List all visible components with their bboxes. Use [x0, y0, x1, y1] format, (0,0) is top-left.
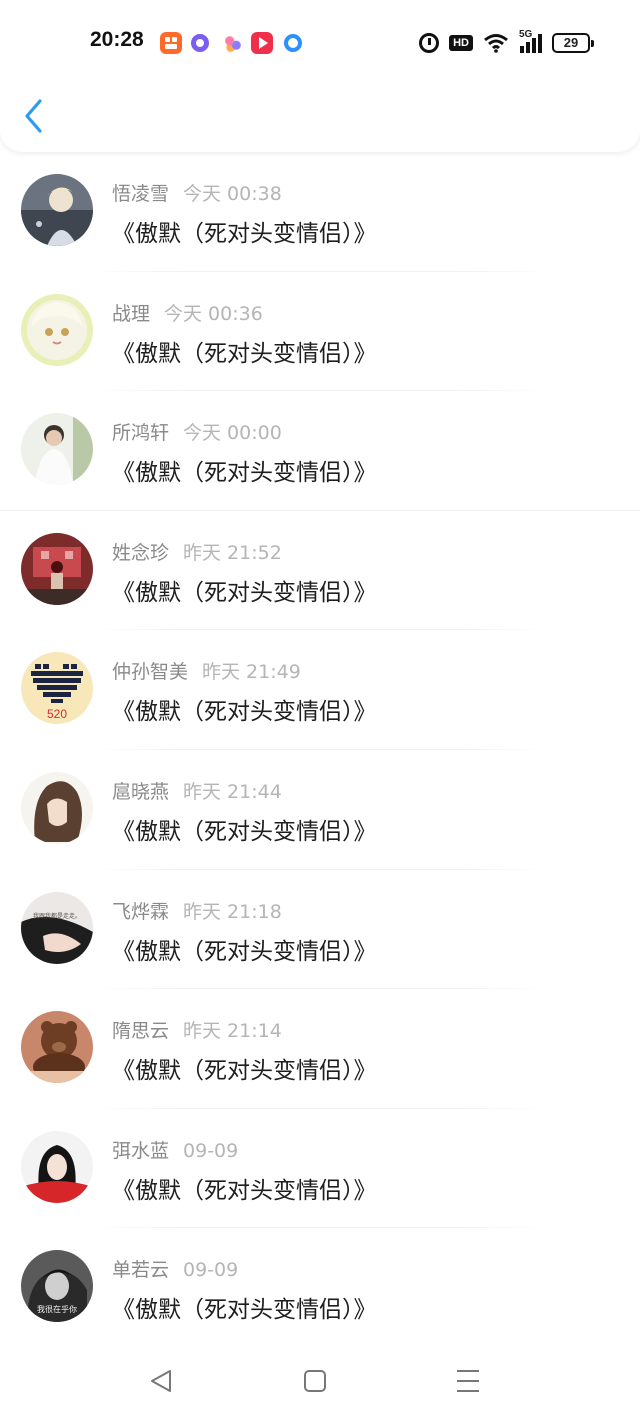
message-text: 《傲默（死对头变情侣）》	[112, 1177, 377, 1204]
timestamp: 今天 00:36	[164, 302, 263, 325]
status-bar: 20:28 HD 5G 29	[0, 26, 640, 60]
list-item[interactable]: 520 仲孙智美 昨天 21:49 《傲默（死对头变情侣）》	[0, 630, 640, 750]
list-item[interactable]: 姓念珍 昨天 21:52 《傲默（死对头变情侣）》	[0, 511, 640, 631]
notification-flower-icon	[222, 32, 244, 54]
hd-icon: HD	[449, 35, 473, 51]
status-time: 20:28	[90, 28, 144, 51]
avatar-caption: 我跟我都是走走。	[33, 912, 81, 920]
timestamp: 昨天 21:52	[183, 541, 282, 564]
message-text: 《傲默（死对头变情侣）》	[112, 579, 377, 606]
notification-ring-icon	[191, 34, 209, 52]
triangle-back-icon	[151, 1370, 171, 1392]
system-navigation-bar	[0, 1343, 640, 1423]
avatar[interactable]: 我很在乎你	[21, 1250, 93, 1323]
message-text: 《傲默（死对头变情侣）》	[112, 340, 377, 367]
message-list: 悟凌雪 今天 00:38 《傲默（死对头变情侣）》 战理 今天 00:36 《傲默（…	[0, 152, 640, 1348]
avatar[interactable]	[21, 532, 93, 605]
timestamp: 昨天 21:49	[202, 661, 301, 684]
back-button[interactable]	[20, 96, 50, 136]
message-text: 《傲默（死对头变情侣）》	[112, 699, 377, 726]
sender-name: 单若云	[112, 1259, 170, 1282]
menu-lines-icon	[457, 1370, 479, 1392]
avatar[interactable]	[21, 771, 93, 844]
nav-menu-button[interactable]	[448, 1361, 488, 1401]
sender-name: 战理	[112, 302, 151, 325]
sender-name: 姓念珍	[112, 541, 170, 564]
message-text: 《傲默（死对头变情侣）》	[112, 1058, 377, 1085]
nav-back-button[interactable]	[142, 1361, 182, 1401]
notification-video-icon	[251, 32, 273, 54]
list-item[interactable]: 所鸿轩 今天 00:00 《傲默（死对头变情侣）》	[0, 391, 640, 511]
sender-name: 悟凌雪	[112, 183, 170, 205]
sender-name: 所鸿轩	[112, 422, 170, 445]
avatar-caption: 520	[47, 707, 67, 721]
alarm-icon	[419, 33, 440, 53]
sender-name: 仲孙智美	[112, 661, 189, 684]
list-item[interactable]: 我很在乎你 单若云 09-09 《傲默（死对头变情侣）》	[0, 1228, 640, 1348]
avatar-caption: 我很在乎你	[37, 1304, 77, 1314]
list-item[interactable]: 隋思云 昨天 21:14 《傲默（死对头变情侣）》	[0, 989, 640, 1109]
top-bar: 20:28 HD 5G 29	[0, 0, 640, 152]
list-item[interactable]: 战理 今天 00:36 《傲默（死对头变情侣）》	[0, 272, 640, 392]
list-item[interactable]: 弭水蓝 09-09 《傲默（死对头变情侣）》	[0, 1109, 640, 1229]
signal-icon: 5G	[519, 29, 542, 53]
battery-icon: 29	[552, 33, 594, 53]
timestamp: 昨天 21:14	[183, 1020, 282, 1043]
avatar[interactable]	[21, 174, 93, 246]
avatar[interactable]	[21, 1130, 93, 1203]
timestamp: 昨天 21:44	[183, 780, 282, 803]
avatar[interactable]	[21, 1011, 93, 1084]
timestamp: 今天 00:00	[183, 422, 282, 445]
sender-name: 弭水蓝	[112, 1139, 170, 1162]
timestamp: 09-09	[183, 1259, 239, 1282]
avatar[interactable]: 520	[21, 652, 93, 725]
network-type-label: 5G	[519, 29, 533, 40]
chevron-left-icon	[25, 99, 42, 133]
message-text: 《傲默（死对头变情侣）》	[112, 938, 377, 965]
message-text: 《傲默（死对头变情侣）》	[112, 460, 377, 487]
message-text: 《傲默（死对头变情侣）》	[112, 221, 377, 247]
wifi-icon	[483, 33, 509, 53]
avatar[interactable]: 我跟我都是走走。	[21, 891, 93, 964]
avatar[interactable]	[21, 293, 93, 366]
sender-name: 飞烨霖	[112, 900, 170, 923]
list-item[interactable]: 扈晓燕 昨天 21:44 《傲默（死对头变情侣）》	[0, 750, 640, 870]
sender-name: 隋思云	[112, 1020, 170, 1043]
avatar[interactable]	[21, 413, 93, 486]
square-home-icon	[304, 1370, 326, 1392]
notification-browser-icon	[284, 34, 302, 52]
nav-home-button[interactable]	[295, 1361, 335, 1401]
sender-name: 扈晓燕	[112, 780, 170, 803]
message-text: 《傲默（死对头变情侣）》	[112, 1297, 377, 1324]
status-icons: HD 5G 29	[419, 29, 594, 56]
timestamp: 昨天 21:18	[183, 900, 282, 923]
notification-app-icon	[160, 32, 182, 54]
list-item[interactable]: 我跟我都是走走。 飞烨霖 昨天 21:18 《傲默（死对头变情侣）》	[0, 870, 640, 990]
message-text: 《傲默（死对头变情侣）》	[112, 818, 377, 845]
list-item[interactable]: 悟凌雪 今天 00:38 《傲默（死对头变情侣）》	[0, 152, 640, 272]
timestamp: 09-09	[183, 1139, 239, 1162]
timestamp: 今天 00:38	[183, 183, 282, 205]
